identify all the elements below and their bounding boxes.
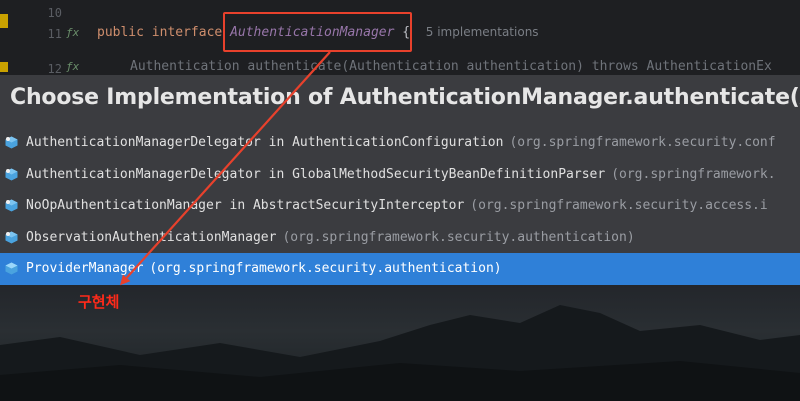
list-item-selected[interactable]: ProviderManager (org.springframework.secu… <box>0 253 800 285</box>
interface-highlight-box <box>223 12 412 52</box>
desktop-background <box>0 285 800 401</box>
list-item[interactable]: AuthenticationManagerDelegator in Authen… <box>0 127 800 159</box>
keyword-public: public <box>97 25 144 40</box>
list-item[interactable]: NoOpAuthenticationManager in AbstractSec… <box>0 190 800 222</box>
code-line-12: Authentication authenticate(Authenticati… <box>130 59 772 74</box>
item-package: (org.springframework.security.authentica… <box>282 229 635 245</box>
gutter-marker <box>0 14 8 28</box>
item-name: ProviderManager <box>26 261 144 276</box>
line-number: 10 <box>47 6 62 20</box>
item-name: ObservationAuthenticationManager <box>26 229 277 245</box>
gutter-marker <box>0 62 8 72</box>
item-package: (org.springframework.security.access.i <box>470 198 768 213</box>
implemented-gutter-icon[interactable]: ƒx <box>66 26 79 39</box>
implemented-gutter-icon[interactable]: ƒx <box>66 60 79 73</box>
item-package: (org.springframework. <box>611 166 776 182</box>
list-item[interactable]: AuthenticationManagerDelegator in Global… <box>0 159 800 191</box>
class-icon <box>5 168 18 180</box>
popup-title: Choose Implementation of AuthenticationM… <box>10 85 800 110</box>
item-package: (org.springframework.security.conf <box>509 135 776 150</box>
line-number: 12 <box>47 62 62 76</box>
line-number: 11 <box>47 27 62 41</box>
keyword-interface: interface <box>151 25 223 40</box>
class-icon <box>5 199 18 212</box>
list-item[interactable]: ObservationAuthenticationManager (org.spr… <box>0 222 800 254</box>
choose-implementation-popup: Choose Implementation of AuthenticationM… <box>0 75 800 285</box>
class-icon <box>5 262 18 275</box>
implementation-list: AuthenticationManagerDelegator in Authen… <box>0 127 800 285</box>
mountain-silhouette <box>0 305 800 401</box>
annotation-label: 구현체 <box>78 293 120 311</box>
item-package: (org.springframework.security.authentica… <box>149 261 502 276</box>
item-name: AuthenticationManagerDelegator in Global… <box>26 166 606 182</box>
item-name: AuthenticationManagerDelegator in Authen… <box>26 135 504 150</box>
class-icon <box>5 231 18 243</box>
item-name: NoOpAuthenticationManager in AbstractSec… <box>26 198 465 213</box>
class-icon <box>5 136 18 149</box>
implementations-hint[interactable]: 5 implementations <box>426 25 539 39</box>
